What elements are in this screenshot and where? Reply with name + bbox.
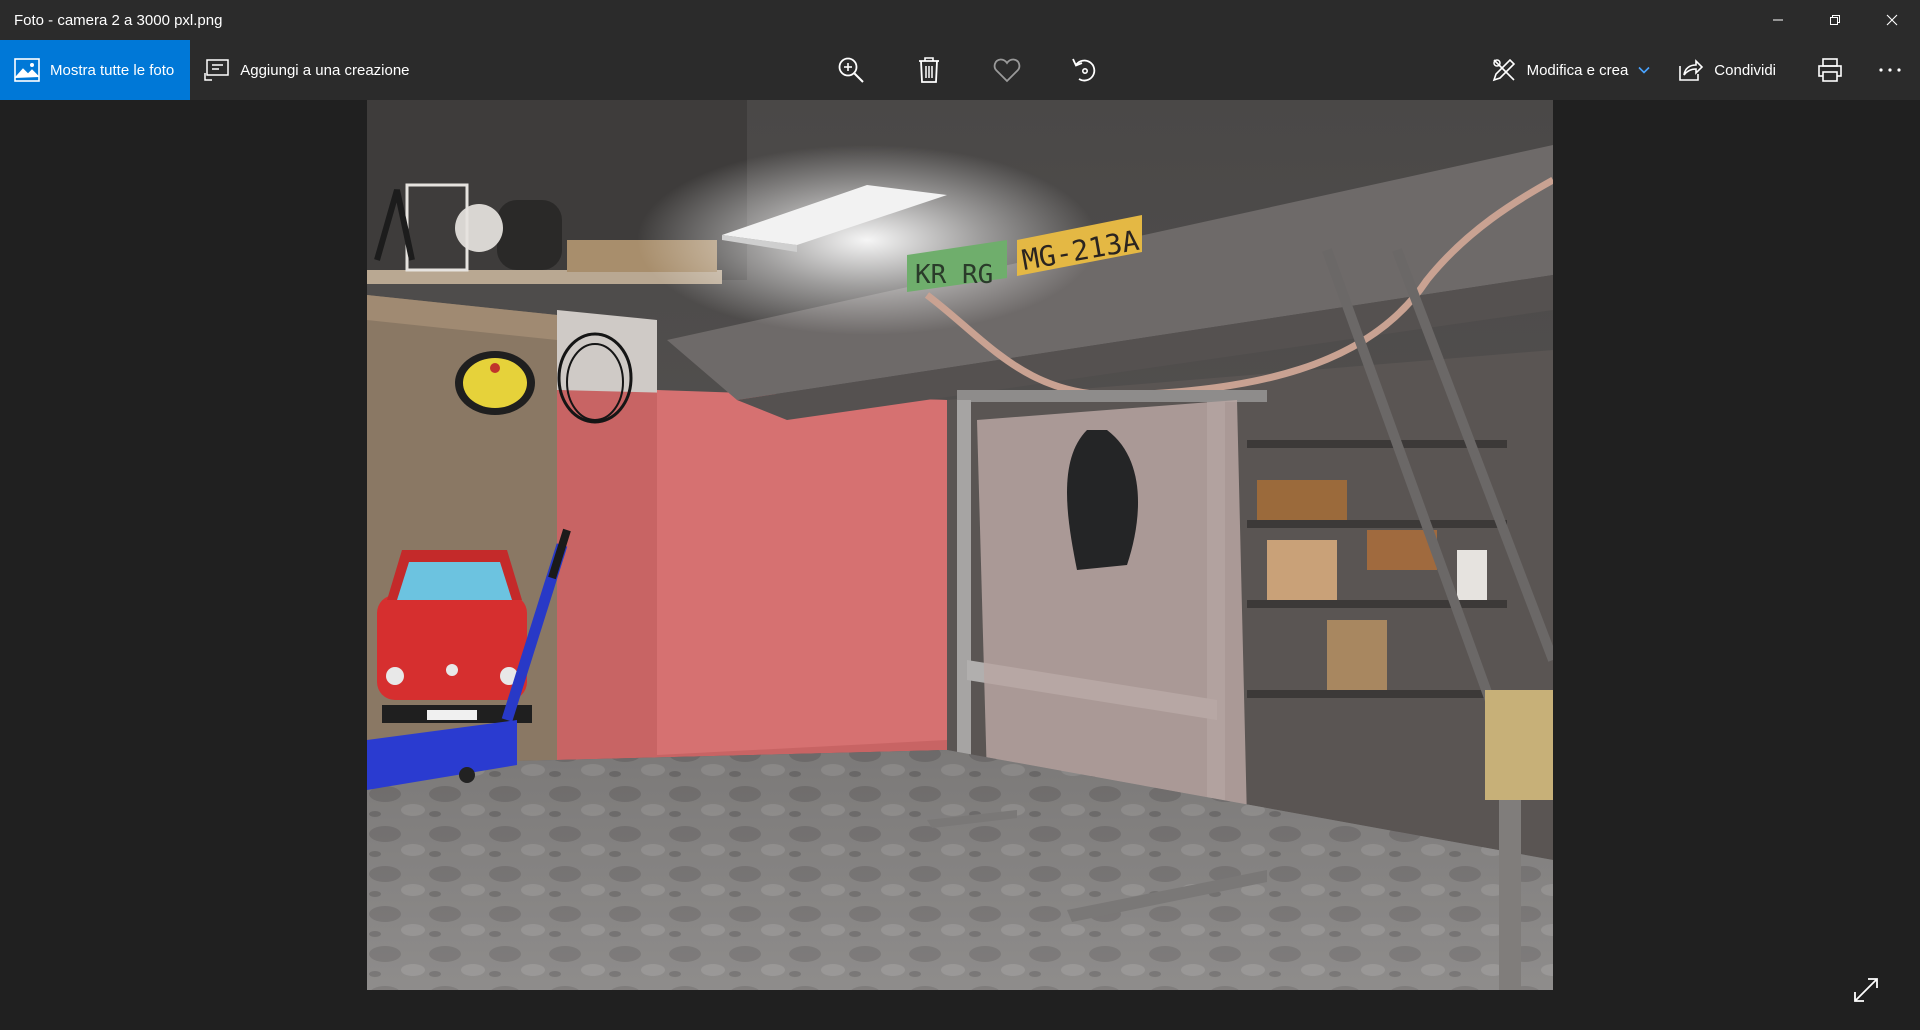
print-button[interactable] <box>1800 40 1860 100</box>
edit-create-button[interactable]: Modifica e crea <box>1477 40 1665 100</box>
add-to-creation-button[interactable]: Aggiungi a una creazione <box>190 40 423 100</box>
print-icon <box>1818 58 1842 82</box>
minimize-icon <box>1772 19 1783 21</box>
delete-button[interactable] <box>890 40 968 100</box>
expand-icon <box>1854 978 1878 1002</box>
close-icon <box>1886 14 1897 26</box>
zoom-in-button[interactable] <box>812 40 890 100</box>
rotate-button[interactable] <box>1046 40 1124 100</box>
rotate-icon <box>1072 58 1096 82</box>
photos-app-icon <box>14 58 40 82</box>
right-tools: Modifica e crea Condividi <box>1477 40 1920 100</box>
center-tools <box>812 40 1124 100</box>
garage-render: KR RG MG-213A <box>367 100 1553 990</box>
more-button[interactable] <box>1860 40 1920 100</box>
favorite-button[interactable] <box>968 40 1046 100</box>
edit-create-icon <box>1491 57 1517 83</box>
window-controls <box>1749 0 1920 40</box>
chevron-down-icon <box>1638 66 1650 74</box>
title-bar: Foto - camera 2 a 3000 pxl.png <box>0 0 1920 40</box>
restore-button[interactable] <box>1806 0 1863 40</box>
fullscreen-button[interactable] <box>1846 970 1886 1010</box>
close-button[interactable] <box>1863 0 1920 40</box>
share-button[interactable]: Condividi <box>1664 40 1800 100</box>
show-all-photos-label: Mostra tutte le foto <box>50 61 175 79</box>
photo-image[interactable]: KR RG MG-213A <box>367 100 1553 990</box>
share-icon <box>1678 58 1704 82</box>
app-toolbar: Mostra tutte le foto Aggiungi a una crea… <box>0 40 1920 100</box>
add-to-creation-label: Aggiungi a una creazione <box>240 61 410 79</box>
share-label: Condividi <box>1714 61 1776 79</box>
delete-icon <box>919 57 939 83</box>
more-icon <box>1879 68 1901 72</box>
restore-icon <box>1829 15 1840 25</box>
window-title: Foto - camera 2 a 3000 pxl.png <box>14 11 223 29</box>
show-all-photos-button[interactable]: Mostra tutte le foto <box>0 40 191 100</box>
photo-viewer[interactable]: KR RG MG-213A <box>0 100 1920 1030</box>
heart-icon <box>993 58 1021 83</box>
plate-left-text: KR RG <box>915 260 993 290</box>
minimize-button[interactable] <box>1749 0 1806 40</box>
edit-create-label: Modifica e crea <box>1526 61 1629 79</box>
add-creation-icon <box>204 58 230 82</box>
zoom-in-icon <box>838 57 864 83</box>
